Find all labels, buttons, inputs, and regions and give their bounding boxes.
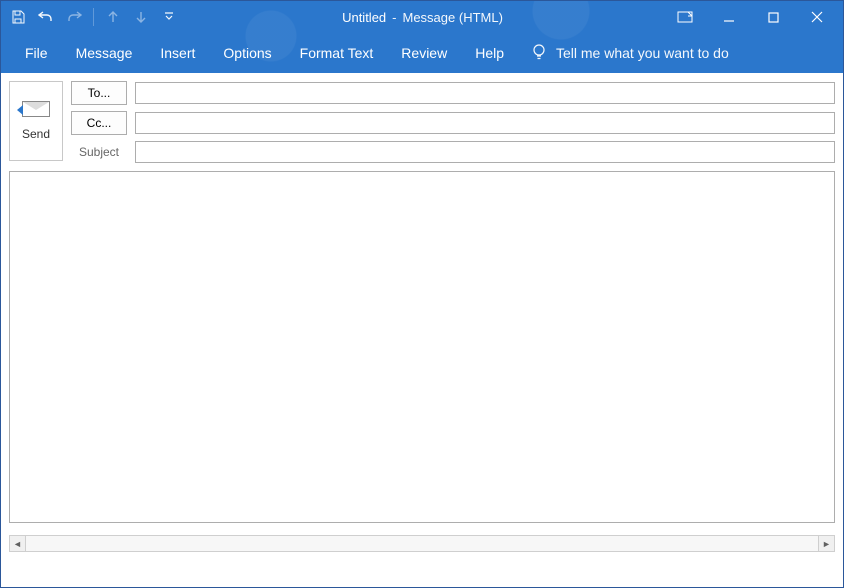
tab-insert[interactable]: Insert — [146, 37, 209, 69]
title-dash: - — [392, 10, 396, 25]
ribbon-header: Untitled - Message (HTML) File Message I… — [1, 1, 843, 73]
subject-label: Subject — [71, 145, 127, 159]
compose-header: Send To... Cc... Subject — [1, 73, 843, 171]
to-input[interactable] — [135, 82, 835, 104]
tab-message[interactable]: Message — [62, 37, 147, 69]
subject-input[interactable] — [135, 141, 835, 163]
minimize-icon[interactable] — [707, 3, 751, 31]
ribbon-tabs: File Message Insert Options Format Text … — [1, 33, 843, 73]
tab-options[interactable]: Options — [209, 37, 285, 69]
send-label: Send — [22, 127, 50, 141]
body-editor[interactable] — [9, 171, 835, 523]
cc-button[interactable]: Cc... — [71, 111, 127, 135]
title-bar: Untitled - Message (HTML) — [1, 1, 843, 33]
save-icon[interactable] — [5, 5, 31, 29]
send-button[interactable]: Send — [9, 81, 63, 161]
scroll-track[interactable] — [26, 535, 818, 552]
address-fields: To... Cc... Subject — [71, 81, 835, 163]
close-icon[interactable] — [795, 3, 839, 31]
window-title: Untitled - Message (HTML) — [182, 10, 663, 25]
ribbon-display-options-icon[interactable] — [663, 3, 707, 31]
next-item-icon[interactable] — [128, 5, 154, 29]
lightbulb-icon — [532, 44, 546, 62]
cc-input[interactable] — [135, 112, 835, 134]
envelope-icon — [22, 101, 50, 117]
scroll-right-button[interactable]: ► — [818, 535, 835, 552]
quick-access-toolbar — [5, 5, 182, 29]
window-mode: Message (HTML) — [403, 10, 503, 25]
tell-me-label: Tell me what you want to do — [556, 45, 729, 61]
document-name: Untitled — [342, 10, 386, 25]
subject-row: Subject — [71, 141, 835, 163]
tab-file[interactable]: File — [11, 37, 62, 69]
tell-me-search[interactable]: Tell me what you want to do — [518, 36, 743, 70]
redo-icon[interactable] — [61, 5, 87, 29]
maximize-icon[interactable] — [751, 3, 795, 31]
qat-separator — [93, 8, 94, 26]
tab-help[interactable]: Help — [461, 37, 518, 69]
horizontal-scrollbar[interactable]: ◄ ► — [9, 535, 835, 552]
body-wrapper — [1, 171, 843, 531]
to-row: To... — [71, 81, 835, 105]
tab-review[interactable]: Review — [387, 37, 461, 69]
to-button[interactable]: To... — [71, 81, 127, 105]
tab-format-text[interactable]: Format Text — [286, 37, 388, 69]
undo-icon[interactable] — [33, 5, 59, 29]
customize-qat-icon[interactable] — [156, 5, 182, 29]
cc-row: Cc... — [71, 111, 835, 135]
window-controls — [663, 3, 839, 31]
previous-item-icon[interactable] — [100, 5, 126, 29]
scroll-left-button[interactable]: ◄ — [9, 535, 26, 552]
